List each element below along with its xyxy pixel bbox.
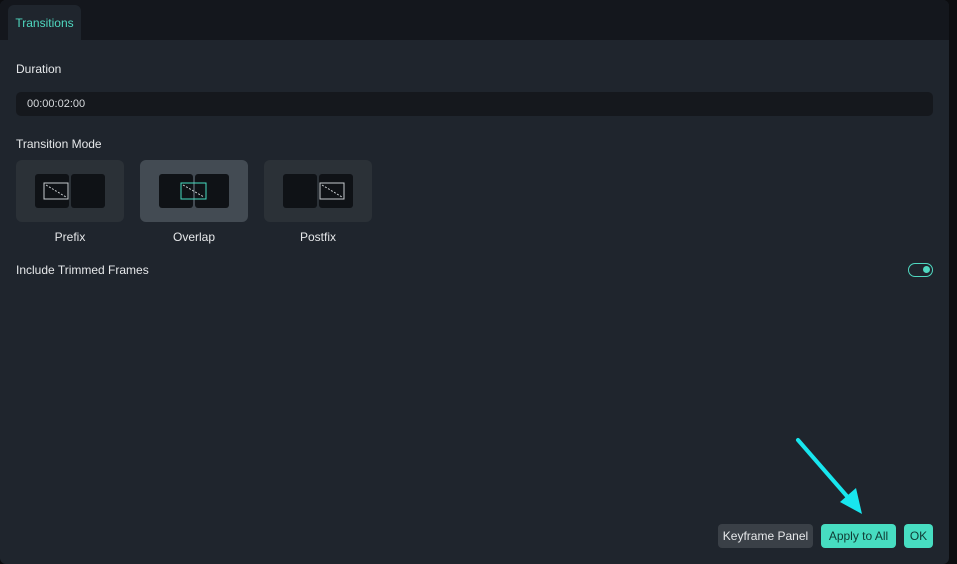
toggle-knob bbox=[923, 266, 930, 273]
mode-prefix-option[interactable] bbox=[16, 160, 124, 222]
apply-to-all-button[interactable]: Apply to All bbox=[821, 524, 896, 548]
tab-transitions[interactable]: Transitions bbox=[8, 5, 81, 40]
duration-field[interactable] bbox=[16, 92, 933, 116]
mode-postfix-option[interactable] bbox=[264, 160, 372, 222]
transition-settings-panel: Transitions Duration Transition Mode Pre… bbox=[0, 0, 949, 564]
include-trimmed-frames-label: Include Trimmed Frames bbox=[16, 263, 149, 277]
mode-prefix-label: Prefix bbox=[54, 230, 86, 244]
include-trimmed-frames-toggle[interactable] bbox=[908, 263, 933, 277]
transition-mode-label: Transition Mode bbox=[16, 137, 102, 151]
overlap-mode-icon bbox=[159, 174, 229, 208]
mode-overlap-label: Overlap bbox=[172, 230, 216, 244]
duration-label: Duration bbox=[16, 62, 62, 76]
postfix-mode-icon bbox=[283, 174, 353, 208]
keyframe-panel-button[interactable]: Keyframe Panel bbox=[718, 524, 813, 548]
arrow-pointer-icon bbox=[796, 438, 862, 514]
tab-bar: Transitions bbox=[0, 0, 949, 40]
ok-button[interactable]: OK bbox=[904, 524, 933, 548]
prefix-mode-icon bbox=[35, 174, 105, 208]
mode-postfix-label: Postfix bbox=[299, 230, 336, 244]
mode-overlap-option[interactable] bbox=[140, 160, 248, 222]
